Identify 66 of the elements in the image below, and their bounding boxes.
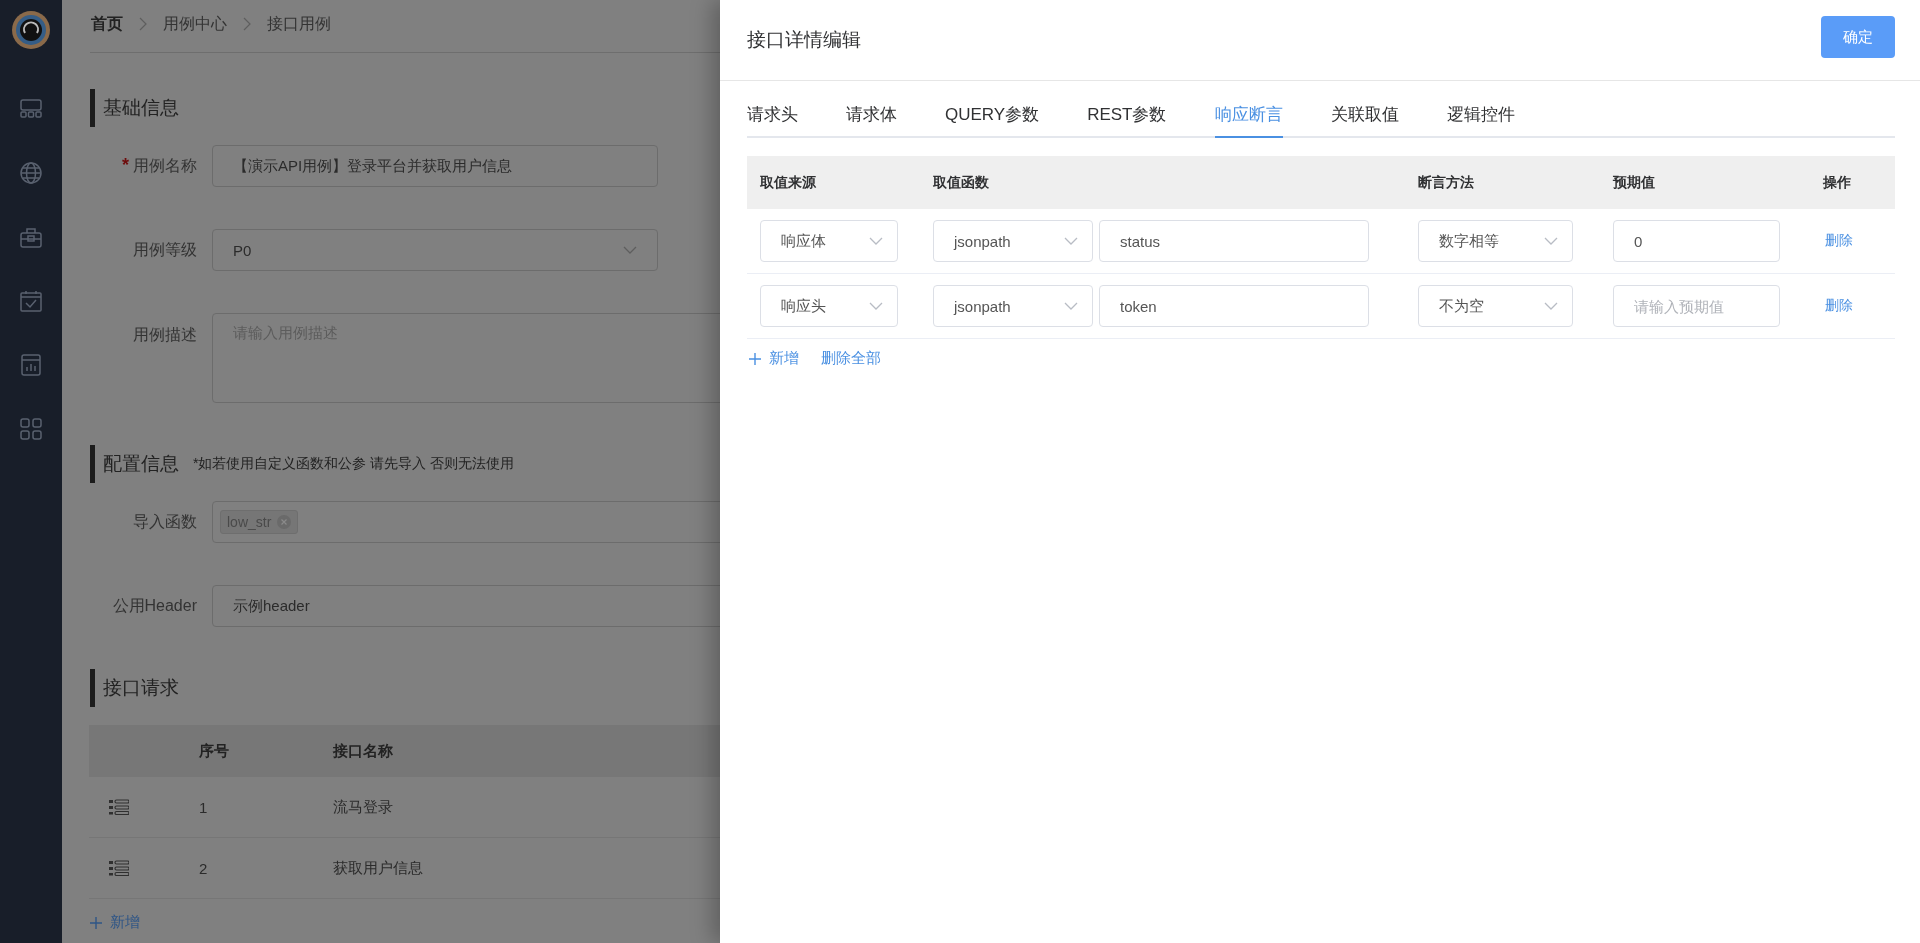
field-label: 用例描述	[133, 326, 197, 343]
column-header: 取值来源	[759, 173, 817, 192]
logo-icon	[12, 11, 50, 49]
tab[interactable]: 逻辑控件	[1446, 103, 1515, 138]
plus-icon	[90, 916, 102, 929]
delete-link[interactable]: 删除	[1825, 232, 1853, 250]
drag-handle-icon[interactable]	[109, 860, 129, 876]
section-title: 基础信息	[90, 89, 179, 127]
field-label: 用例名称	[133, 157, 197, 174]
tab[interactable]: 请求体	[846, 103, 897, 138]
table-cell-text: 2	[199, 859, 209, 877]
drag-handle-icon[interactable]	[109, 799, 129, 815]
input-field[interactable]: 【演示API用例】登录平台并获取用户信息	[212, 145, 658, 187]
select-field[interactable]: P0	[212, 229, 658, 271]
field-label: 公用Header	[112, 596, 197, 614]
caret-icon	[623, 246, 637, 254]
column-header: 操作	[1822, 173, 1852, 192]
dropdown[interactable]: 数字相等	[1418, 220, 1573, 262]
section-title: 配置信息	[90, 445, 179, 483]
apps-grid-icon[interactable]	[19, 417, 43, 441]
dropdown[interactable]: jsonpath	[933, 285, 1093, 327]
caret-icon	[869, 237, 883, 245]
chevron-right-icon	[243, 17, 251, 31]
calendar-check-icon[interactable]	[19, 289, 43, 313]
input-field[interactable]: 0	[1613, 220, 1780, 262]
tab[interactable]: 请求头	[747, 103, 798, 138]
tab[interactable]: QUERY参数	[945, 103, 1040, 138]
breadcrumb-link[interactable]: 首页	[91, 13, 123, 35]
report-chart-icon[interactable]	[19, 353, 43, 377]
tab[interactable]: REST参数	[1087, 103, 1167, 138]
caret-icon	[869, 302, 883, 310]
input-field[interactable]: 请输入预期值	[1613, 285, 1780, 327]
dropdown[interactable]: jsonpath	[933, 220, 1093, 262]
column-header: 预期值	[1611, 173, 1656, 192]
input-field[interactable]: token	[1099, 285, 1369, 327]
column-header: 取值函数	[932, 173, 990, 192]
toolbox-icon[interactable]	[19, 225, 43, 249]
section-title: 接口请求	[90, 669, 179, 707]
drawer-title: 接口详情编辑	[747, 28, 861, 52]
table-cell: 流马登录	[333, 797, 393, 817]
field-label: 用例等级	[133, 240, 197, 258]
dropdown[interactable]: 响应头	[760, 285, 898, 327]
caret-icon	[1544, 237, 1558, 245]
delete-link[interactable]: 删除	[1825, 297, 1853, 315]
add-link[interactable]: 新增	[749, 349, 799, 368]
column-header: 断言方法	[1417, 173, 1475, 192]
column-header: 接口名称	[333, 741, 393, 761]
table-cell: 获取用户信息	[333, 858, 423, 878]
chevron-right-icon	[139, 17, 147, 31]
caret-icon	[1064, 237, 1078, 245]
globe-icon[interactable]	[19, 161, 43, 185]
dropdown[interactable]: 不为空	[1418, 285, 1573, 327]
hint-text: *如若使用自定义函数和公参 请先导入 否则无法使用	[193, 455, 515, 473]
input-field[interactable]: status	[1099, 220, 1369, 262]
caret-icon	[1544, 302, 1558, 310]
tab[interactable]: 关联取值	[1330, 103, 1399, 138]
table-cell-text: 1	[199, 798, 209, 816]
caret-icon	[1064, 302, 1078, 310]
column-header: 序号	[199, 741, 230, 761]
close-icon[interactable]	[277, 515, 292, 529]
dashboard-icon[interactable]	[19, 97, 43, 121]
plus-icon	[749, 352, 761, 365]
input-field[interactable]: 示例header	[212, 585, 720, 627]
dropdown[interactable]: 响应体	[760, 220, 898, 262]
field-label: 导入函数	[133, 512, 197, 530]
required-mark: *	[122, 155, 129, 175]
